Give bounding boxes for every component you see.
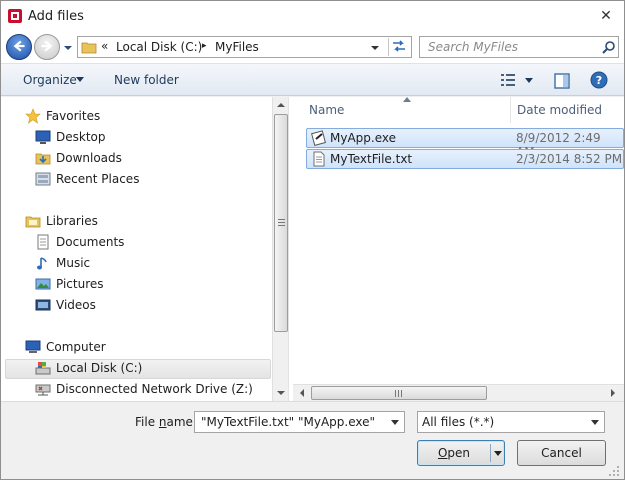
file-row-myapp[interactable]: MyApp.exe 8/9/2012 2:49 AM [306, 128, 624, 159]
open-label-part: pen [447, 446, 471, 460]
scroll-up-arrow-icon[interactable] [273, 97, 289, 113]
forward-button[interactable] [34, 34, 60, 60]
resize-grip-icon[interactable] [608, 465, 620, 477]
navigation-pane: Favorites Desktop Downloads Recent Place… [1, 97, 288, 401]
file-list: Name Date modified MyApp.exe 8/9/2012 2:… [293, 97, 624, 401]
file-horizontal-scrollbar[interactable] [293, 384, 624, 401]
file-row-mytextfile[interactable]: MyTextFile.txt 2/3/2014 8:52 PM [306, 149, 624, 169]
recent-locations-chevron-icon[interactable] [63, 43, 73, 53]
forward-arrow-icon [41, 40, 53, 52]
window-title: Add files [28, 9, 84, 24]
refresh-button[interactable] [388, 38, 410, 56]
command-bar: Organize New folder ? [1, 63, 624, 96]
file-name-label-part: File [135, 415, 159, 429]
computer-icon [25, 340, 41, 353]
address-bar[interactable]: « Local Disk (C:) ▸ MyFiles [77, 36, 412, 58]
file-scroll-thumb[interactable] [311, 386, 487, 400]
file-type-value: All files (*.*) [422, 415, 495, 429]
app-icon [8, 9, 22, 23]
file-name: MyApp.exe [330, 131, 396, 145]
file-name-label-accesskey: n [158, 415, 167, 429]
recent-places-icon [35, 172, 51, 186]
pictures-icon [35, 278, 51, 290]
back-arrow-icon [13, 40, 25, 52]
chevron-down-icon[interactable] [391, 420, 399, 425]
search-input[interactable]: Search MyFiles [419, 36, 619, 58]
column-header-name[interactable]: Name [309, 103, 344, 117]
new-folder-button[interactable]: New folder [114, 73, 179, 87]
breadcrumb-myfiles[interactable]: MyFiles [215, 40, 259, 54]
scroll-right-arrow-icon[interactable] [605, 385, 621, 401]
file-name-value: "MyTextFile.txt" "MyApp.exe" [201, 415, 376, 429]
chevron-down-icon[interactable] [591, 420, 599, 425]
scroll-left-arrow-icon[interactable] [294, 385, 310, 401]
refresh-icon [393, 40, 405, 52]
videos-icon [35, 299, 51, 311]
scroll-grip-icon [278, 219, 285, 226]
scroll-down-arrow-icon[interactable] [273, 385, 289, 401]
svg-text:?: ? [596, 74, 602, 87]
close-button[interactable]: ✕ [598, 9, 614, 25]
chevron-down-icon[interactable] [76, 77, 84, 83]
breadcrumb-overflow[interactable]: « [101, 39, 108, 53]
dialog-footer: File name: "MyTextFile.txt" "MyApp.exe" … [1, 401, 624, 479]
sort-ascending-icon [403, 97, 411, 102]
file-name-label: File name: [135, 415, 197, 429]
drive-icon [35, 362, 51, 375]
nav-scroll-thumb[interactable] [274, 114, 288, 332]
documents-icon [37, 234, 49, 250]
text-file-icon [313, 151, 325, 167]
file-name-field[interactable]: "MyTextFile.txt" "MyApp.exe" [194, 411, 405, 433]
downloads-icon [35, 153, 51, 165]
view-options-chevron-icon[interactable] [525, 78, 533, 84]
file-name: MyTextFile.txt [330, 152, 413, 166]
scroll-grip-icon [395, 390, 402, 397]
file-name-label-part: ame: [166, 415, 197, 429]
nav-vertical-scrollbar[interactable] [272, 97, 288, 401]
search-icon[interactable] [602, 40, 616, 54]
libraries-icon [25, 216, 41, 228]
back-button[interactable] [6, 34, 32, 60]
file-date: 2/3/2014 8:52 PM [516, 152, 623, 166]
organize-button[interactable]: Organize [23, 73, 77, 87]
exe-icon [311, 130, 326, 146]
address-row: « Local Disk (C:) ▸ MyFiles Search MyFil… [1, 31, 624, 63]
breadcrumb-local-disk[interactable]: Local Disk (C:) [116, 40, 202, 54]
cancel-button[interactable]: Cancel [517, 440, 606, 466]
breadcrumb-separator[interactable]: ▸ [202, 41, 207, 51]
star-icon [25, 108, 41, 124]
open-options-chevron-icon[interactable] [494, 451, 502, 456]
help-icon[interactable]: ? [590, 71, 608, 89]
file-type-select[interactable]: All files (*.*) [417, 411, 605, 433]
search-placeholder: Search MyFiles [428, 40, 518, 54]
music-icon [37, 257, 47, 270]
open-button-label: Open [418, 441, 490, 465]
desktop-icon [35, 130, 51, 144]
column-divider[interactable] [510, 97, 511, 123]
preview-pane-icon[interactable] [554, 73, 570, 89]
open-button-divider [490, 444, 491, 462]
address-dropdown-icon[interactable] [370, 43, 380, 53]
add-files-dialog: Add files ✕ « Local Disk (C:) ▸ MyFiles [0, 0, 625, 480]
folder-icon [81, 42, 97, 54]
title-bar: Add files ✕ [1, 1, 624, 31]
change-view-icon[interactable] [500, 73, 516, 87]
column-header-date-modified[interactable]: Date modified [517, 103, 602, 117]
network-drive-icon [35, 384, 51, 396]
open-button[interactable]: Open [417, 440, 505, 466]
open-accesskey: O [437, 446, 448, 460]
